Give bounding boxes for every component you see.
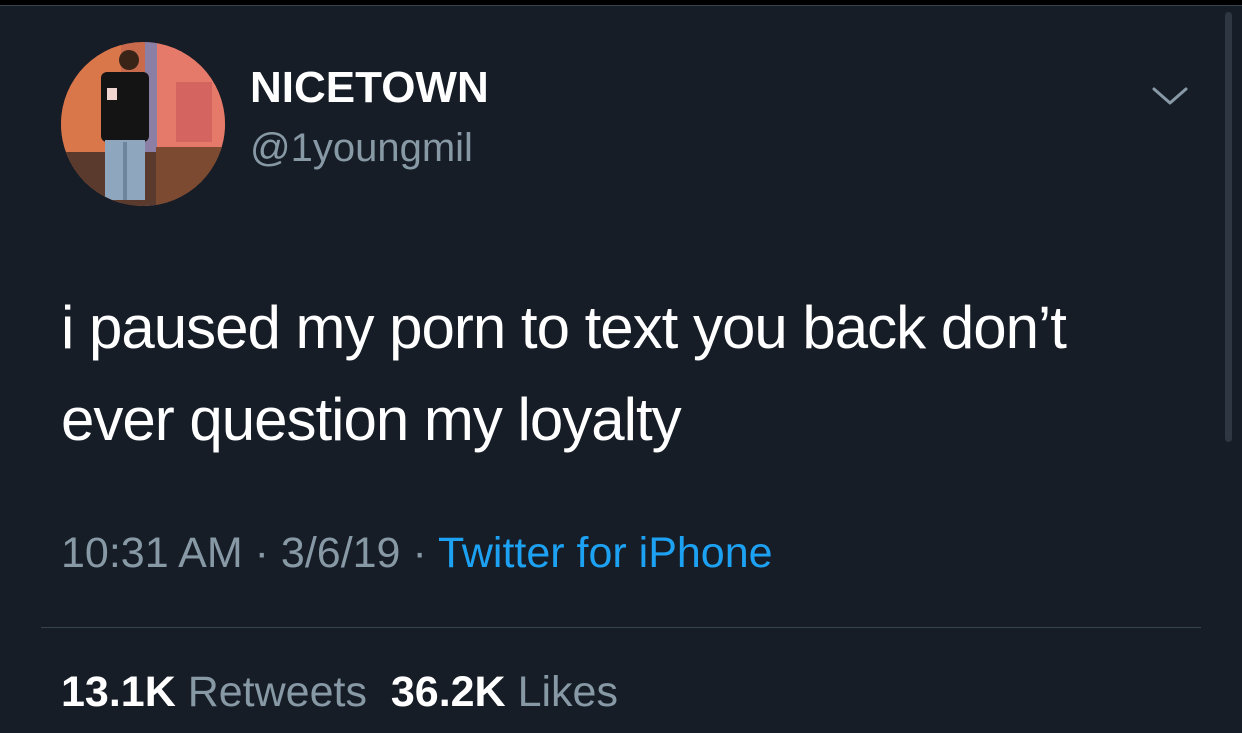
top-border (0, 0, 1242, 6)
separator-dot: · (254, 529, 269, 577)
likes-count: 36.2K (390, 668, 506, 716)
user-handle[interactable]: @1youngmil (250, 128, 473, 168)
avatar-photo (61, 42, 225, 206)
likes-label: Likes (517, 668, 618, 716)
tweet-time: 10:31 AM (61, 529, 243, 577)
tweet-text: i paused my porn to text you back don’t … (61, 294, 1067, 453)
chevron-down-icon[interactable] (1147, 78, 1193, 114)
tweet-stats: 13.1K Retweets 36.2K Likes (61, 671, 618, 714)
likes-stat[interactable]: 36.2K Likes (391, 668, 618, 716)
retweets-stat[interactable]: 13.1K Retweets (61, 668, 367, 716)
retweets-count: 13.1K (61, 668, 176, 716)
scrollbar[interactable] (1225, 12, 1232, 442)
avatar[interactable] (61, 42, 225, 206)
tweet-source-link[interactable]: Twitter for iPhone (438, 529, 773, 577)
display-name[interactable]: NICETOWN (250, 66, 489, 110)
retweets-label: Retweets (187, 668, 367, 716)
separator-dot: · (412, 529, 427, 577)
tweet-date: 3/6/19 (280, 529, 401, 577)
divider (41, 627, 1201, 628)
tweet-metadata: 10:31 AM · 3/6/19 · Twitter for iPhone (61, 532, 773, 575)
